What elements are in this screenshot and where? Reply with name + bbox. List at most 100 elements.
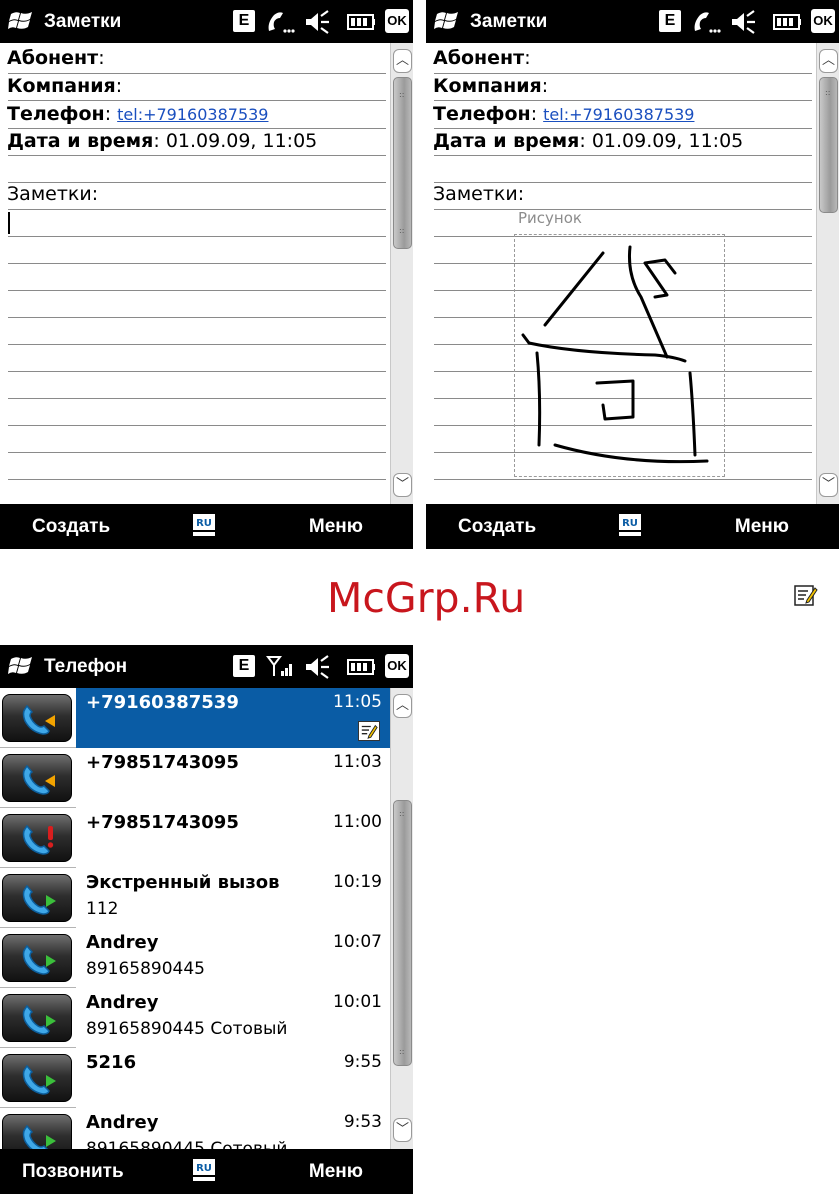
window-title: Телефон: [44, 656, 128, 677]
call-button[interactable]: Позвонить: [22, 1149, 124, 1194]
call-type-button[interactable]: [2, 754, 72, 802]
battery-icon: [347, 14, 375, 30]
title-bar: Заметки E OK: [0, 0, 413, 43]
signal-strength-icon: [266, 656, 292, 676]
scroll-down-icon[interactable]: ﹀: [393, 473, 412, 497]
scroll-down-icon[interactable]: ﹀: [393, 1118, 412, 1142]
ok-button[interactable]: OK: [811, 9, 835, 33]
battery-icon: [347, 659, 375, 675]
scrollbar[interactable]: ︿ :::: ﹀: [390, 688, 413, 1149]
soft-key-bar: Позвонить Меню: [0, 1149, 413, 1194]
call-details: Andrey 10:01 89165890445 Сотовый: [76, 988, 390, 1048]
call-list-item[interactable]: Экстренный вызов 10:19 112: [0, 868, 390, 928]
notes-form: Абонент: Компания: Телефон: tel:+7916038…: [0, 43, 390, 504]
call-details: +79160387539 11:05: [76, 688, 390, 748]
caller-number: 89165890445: [86, 959, 205, 979]
outgoing-call-icon: [19, 701, 55, 737]
edge-network-icon: E: [659, 10, 681, 32]
ok-button[interactable]: OK: [385, 654, 409, 678]
subscriber-field[interactable]: Абонент:: [7, 47, 105, 69]
phone-link[interactable]: tel:+79160387539: [117, 105, 268, 124]
windows-start-icon[interactable]: [8, 654, 34, 678]
call-list-item[interactable]: 5216 9:55: [0, 1048, 390, 1108]
house-sketch-drawing: [521, 245, 709, 464]
ru-keyboard-icon[interactable]: [618, 513, 642, 537]
drawing-area[interactable]: [514, 234, 725, 477]
caller-name: Andrey: [86, 1112, 159, 1133]
scrollbar[interactable]: ︿ :: ﹀: [816, 43, 839, 504]
call-details: +79851743095 11:00: [76, 808, 390, 868]
scroll-up-icon[interactable]: ︿: [819, 49, 838, 73]
incoming-call-icon: [19, 941, 56, 977]
windows-start-icon[interactable]: [434, 9, 460, 33]
notes-label: Заметки:: [433, 183, 525, 205]
call-type-button[interactable]: [2, 694, 72, 742]
edge-network-icon: E: [233, 655, 255, 677]
caller-name: +79851743095: [86, 812, 239, 833]
call-details: 5216 9:55: [76, 1048, 390, 1108]
call-type-button[interactable]: [2, 1114, 72, 1149]
caller-name: +79851743095: [86, 752, 239, 773]
call-list-item[interactable]: Andrey 10:07 89165890445: [0, 928, 390, 988]
subscriber-field[interactable]: Абонент:: [433, 47, 531, 69]
menu-button[interactable]: Меню: [309, 504, 363, 549]
create-button[interactable]: Создать: [32, 504, 110, 549]
datetime-field: Дата и время: 01.09.09, 11:05: [7, 130, 318, 152]
call-type-button[interactable]: [2, 1054, 72, 1102]
call-list-item[interactable]: +79851743095 11:00: [0, 808, 390, 868]
outgoing-call-icon: [19, 761, 55, 797]
ok-button[interactable]: OK: [385, 9, 409, 33]
scroll-up-icon[interactable]: ︿: [393, 694, 412, 718]
title-bar: Телефон E OK: [0, 645, 413, 688]
phone-link[interactable]: tel:+79160387539: [543, 105, 694, 124]
ru-keyboard-icon[interactable]: [192, 513, 216, 537]
notes-screen-drawing: Заметки E OK Абонент: Компания: Телефон:…: [426, 0, 839, 549]
call-details: Экстренный вызов 10:19 112: [76, 868, 390, 928]
battery-icon: [773, 14, 801, 30]
window-title: Заметки: [44, 11, 122, 32]
call-list-item[interactable]: Andrey 9:53 89165890445 Сотовый: [0, 1108, 390, 1149]
caller-name: Andrey: [86, 992, 159, 1013]
notes-screen-empty: Заметки E OK Абонент: Компания: Телефон:…: [0, 0, 413, 549]
missed-call-icon: [19, 821, 54, 857]
scroll-thumb[interactable]: ::::: [393, 800, 412, 1066]
scrollbar[interactable]: ︿ :::: ﹀: [390, 43, 413, 504]
call-type-button[interactable]: [2, 994, 72, 1042]
scroll-thumb[interactable]: ::::: [393, 77, 412, 249]
call-details: +79851743095 11:03: [76, 748, 390, 808]
note-attached-icon: [358, 721, 380, 741]
caller-name: +79160387539: [86, 692, 239, 713]
call-details: Andrey 10:07 89165890445: [76, 928, 390, 988]
scroll-up-icon[interactable]: ︿: [393, 49, 412, 73]
speaker-muted-icon: [732, 10, 755, 34]
watermark-text: McGrp.Ru: [327, 574, 526, 622]
datetime-field: Дата и время: 01.09.09, 11:05: [433, 130, 744, 152]
phone-field: Телефон: tel:+79160387539: [7, 103, 269, 125]
call-list-item[interactable]: +79160387539 11:05: [0, 688, 390, 748]
company-field[interactable]: Компания:: [7, 75, 122, 97]
call-status-icon: [694, 12, 721, 33]
menu-button[interactable]: Меню: [309, 1149, 363, 1194]
caller-number: 89165890445 Сотовый: [86, 1019, 288, 1039]
scroll-down-icon[interactable]: ﹀: [819, 473, 838, 497]
incoming-call-icon: [19, 881, 56, 917]
speaker-muted-icon: [306, 655, 329, 679]
call-type-button[interactable]: [2, 934, 72, 982]
scroll-thumb[interactable]: ::: [819, 77, 838, 213]
windows-start-icon[interactable]: [8, 9, 34, 33]
soft-key-bar: Создать Меню: [0, 504, 413, 549]
create-button[interactable]: Создать: [458, 504, 536, 549]
menu-button[interactable]: Меню: [735, 504, 789, 549]
edge-network-icon: E: [233, 10, 255, 32]
call-type-button[interactable]: [2, 814, 72, 862]
call-type-button[interactable]: [2, 874, 72, 922]
company-field[interactable]: Компания:: [433, 75, 548, 97]
caller-name: 5216: [86, 1052, 137, 1073]
call-list-item[interactable]: Andrey 10:01 89165890445 Сотовый: [0, 988, 390, 1048]
call-list-item[interactable]: +79851743095 11:03: [0, 748, 390, 808]
call-time: 10:07: [333, 932, 382, 952]
soft-key-bar: Создать Меню: [426, 504, 839, 549]
call-history-list: +79160387539 11:05 +79851743095 11:03 +79851…: [0, 688, 390, 1149]
ru-keyboard-icon[interactable]: [192, 1158, 216, 1182]
caller-name: Экстренный вызов: [86, 872, 280, 893]
